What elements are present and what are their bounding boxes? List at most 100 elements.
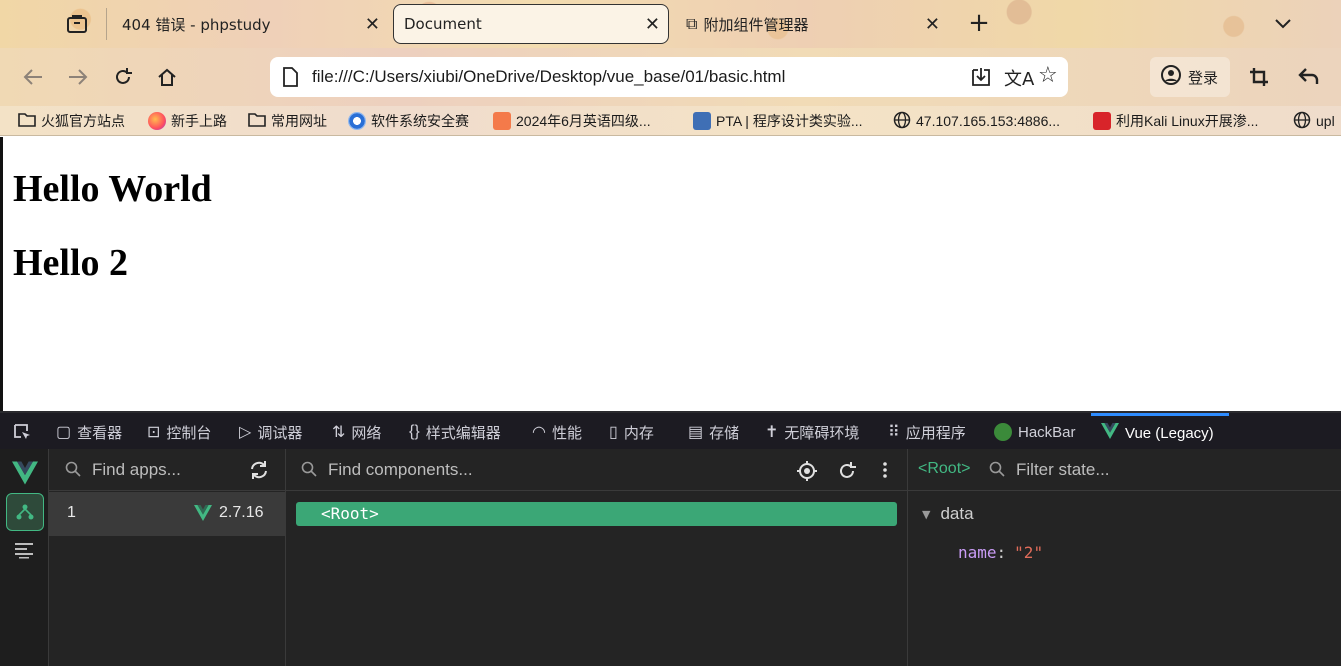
tab-label: 调试器 bbox=[257, 424, 303, 442]
account-icon bbox=[1160, 64, 1182, 90]
tab-label: HackBar bbox=[1018, 423, 1076, 441]
close-icon[interactable]: ✕ bbox=[365, 14, 380, 35]
bookmark-label: 利用Kali Linux开展渗... bbox=[1116, 113, 1259, 129]
vue-logo-icon bbox=[194, 505, 212, 525]
vue-version: 2.7.16 bbox=[219, 504, 264, 521]
tab-console[interactable]: ⊡ 控制台 bbox=[147, 413, 211, 451]
bookmarks-toolbar: 火狐官方站点 新手上路 常用网址 软件系统安全赛 2024年6月英语四级... … bbox=[0, 106, 1341, 136]
bookmark-item[interactable]: 软件系统安全赛 bbox=[348, 110, 469, 132]
tab-label: 存储 bbox=[709, 424, 740, 442]
memory-icon: ▯ bbox=[609, 424, 618, 441]
apps-search-input[interactable]: Find apps... bbox=[92, 460, 181, 480]
url-text[interactable]: file:///C:/Users/xiubi/OneDrive/Desktop/… bbox=[312, 67, 785, 87]
account-label: 登录 bbox=[1188, 68, 1219, 87]
page-icon bbox=[282, 67, 298, 91]
forward-arrow-icon[interactable] bbox=[63, 62, 93, 92]
back-arrow-icon[interactable] bbox=[18, 62, 48, 92]
bookmark-label: PTA | 程序设计类实验... bbox=[716, 113, 863, 129]
tab-label: 控制台 bbox=[166, 424, 212, 442]
components-tree-icon[interactable] bbox=[6, 493, 44, 531]
tab-addons-manager[interactable]: ⧉ 附加组件管理器 ✕ bbox=[676, 4, 948, 44]
undo-arrow-icon[interactable] bbox=[1294, 62, 1324, 92]
vue-devtools-sidebar bbox=[0, 449, 49, 666]
tab-divider bbox=[106, 8, 107, 40]
state-colon: : bbox=[996, 542, 1007, 562]
pta-icon bbox=[693, 112, 711, 130]
tab-style-editor[interactable]: {} 样式编辑器 bbox=[409, 413, 501, 451]
translate-icon[interactable]: 文A bbox=[1004, 65, 1034, 91]
bookmark-star-icon[interactable]: ☆ bbox=[1038, 63, 1058, 88]
gauge-icon: ◠ bbox=[532, 424, 546, 441]
bookmark-item[interactable]: 常用网址 bbox=[248, 110, 327, 132]
bookmark-item[interactable]: 2024年6月英语四级... bbox=[493, 110, 651, 132]
more-options-icon[interactable] bbox=[882, 461, 888, 483]
bookmark-item[interactable]: upl bbox=[1293, 110, 1335, 132]
account-button[interactable]: 登录 bbox=[1150, 57, 1230, 97]
bookmark-item[interactable]: 火狐官方站点 bbox=[18, 110, 125, 132]
components-search-input[interactable]: Find components... bbox=[328, 460, 473, 480]
state-filter-input[interactable]: Filter state... bbox=[1016, 460, 1110, 480]
navigation-toolbar: file:///C:/Users/xiubi/OneDrive/Desktop/… bbox=[0, 48, 1341, 106]
refresh-icon[interactable] bbox=[837, 461, 857, 485]
address-bar[interactable]: file:///C:/Users/xiubi/OneDrive/Desktop/… bbox=[270, 57, 1068, 97]
search-icon bbox=[989, 461, 1005, 481]
tab-accessibility[interactable]: ✝ 无障碍环境 bbox=[765, 413, 859, 451]
firefox-icon bbox=[148, 112, 166, 130]
bookmark-item[interactable]: 新手上路 bbox=[148, 110, 227, 132]
component-tree-row[interactable]: <Root> bbox=[296, 502, 897, 526]
chevron-down-icon[interactable] bbox=[1270, 12, 1296, 36]
components-pane: Find components... <Root> bbox=[286, 449, 908, 666]
reload-icon[interactable] bbox=[108, 62, 138, 92]
tab-inspector[interactable]: ▢ 查看器 bbox=[56, 413, 122, 451]
save-page-icon[interactable] bbox=[970, 66, 992, 92]
apps-pane: Find apps... 1 2.7.16 bbox=[49, 449, 286, 666]
bookmark-item[interactable]: 47.107.165.153:4886... bbox=[893, 110, 1060, 132]
tab-memory[interactable]: ▯ 内存 bbox=[609, 413, 654, 451]
vue-logo-icon bbox=[1101, 423, 1119, 444]
home-icon[interactable] bbox=[152, 62, 182, 92]
bookmark-label: 常用网址 bbox=[271, 113, 327, 129]
tab-debugger[interactable]: ▷ 调试器 bbox=[239, 413, 302, 451]
devtools-toolbar: ▢ 查看器 ⊡ 控制台 ▷ 调试器 ⇅ 网络 {} 样式编辑器 ◠ 性能 ▯ 内存 ▤ 存储 ✝… bbox=[0, 411, 1341, 449]
tab-storage[interactable]: ▤ 存储 bbox=[688, 413, 739, 451]
target-icon[interactable] bbox=[796, 460, 818, 486]
tab-label: Document bbox=[404, 15, 482, 33]
accessibility-icon: ✝ bbox=[765, 424, 779, 441]
state-inspector-pane: <Root> Filter state... ▼ data name : "2" bbox=[908, 449, 1341, 666]
folder-icon bbox=[18, 112, 36, 130]
tab-application[interactable]: ⠿ 应用程序 bbox=[888, 413, 966, 451]
state-entry[interactable]: name : "2" bbox=[958, 541, 1043, 563]
bookmark-item[interactable]: 利用Kali Linux开展渗... bbox=[1093, 110, 1258, 132]
site-icon bbox=[348, 112, 366, 130]
hackbar-icon bbox=[994, 423, 1012, 441]
tab-document[interactable]: Document ✕ bbox=[393, 4, 669, 44]
close-icon[interactable]: ✕ bbox=[645, 14, 660, 35]
tab-phpstudy[interactable]: 404 错误 - phpstudy ✕ bbox=[112, 4, 388, 44]
tab-label: 性能 bbox=[551, 424, 582, 442]
vue-logo-icon bbox=[12, 461, 38, 489]
state-value: "2" bbox=[1014, 542, 1044, 562]
state-section-header[interactable]: ▼ data bbox=[922, 503, 974, 525]
search-icon bbox=[301, 461, 317, 481]
timeline-icon[interactable] bbox=[14, 541, 36, 563]
tab-vue-legacy[interactable]: Vue (Legacy) bbox=[1091, 413, 1229, 451]
refresh-apps-icon[interactable] bbox=[249, 460, 269, 484]
bookmark-label: 新手上路 bbox=[171, 113, 227, 129]
heading-hello-2: Hello 2 bbox=[13, 242, 129, 284]
tab-overview-icon[interactable] bbox=[64, 12, 90, 36]
network-icon: ⇅ bbox=[332, 424, 346, 441]
app-id: 1 bbox=[67, 504, 76, 521]
tab-hackbar[interactable]: HackBar bbox=[994, 413, 1076, 451]
selected-component: <Root> bbox=[918, 460, 971, 477]
search-icon bbox=[65, 461, 81, 481]
bookmark-item[interactable]: PTA | 程序设计类实验... bbox=[693, 110, 863, 132]
tab-label: 样式编辑器 bbox=[425, 424, 501, 442]
crop-icon[interactable] bbox=[1244, 62, 1274, 92]
state-key: name bbox=[958, 542, 997, 562]
tab-network[interactable]: ⇅ 网络 bbox=[332, 413, 381, 451]
element-picker-icon[interactable] bbox=[12, 413, 32, 451]
close-icon[interactable]: ✕ bbox=[925, 14, 940, 35]
tab-performance[interactable]: ◠ 性能 bbox=[532, 413, 582, 451]
app-row[interactable]: 1 2.7.16 bbox=[49, 492, 285, 536]
new-tab-button[interactable]: + bbox=[966, 8, 992, 38]
